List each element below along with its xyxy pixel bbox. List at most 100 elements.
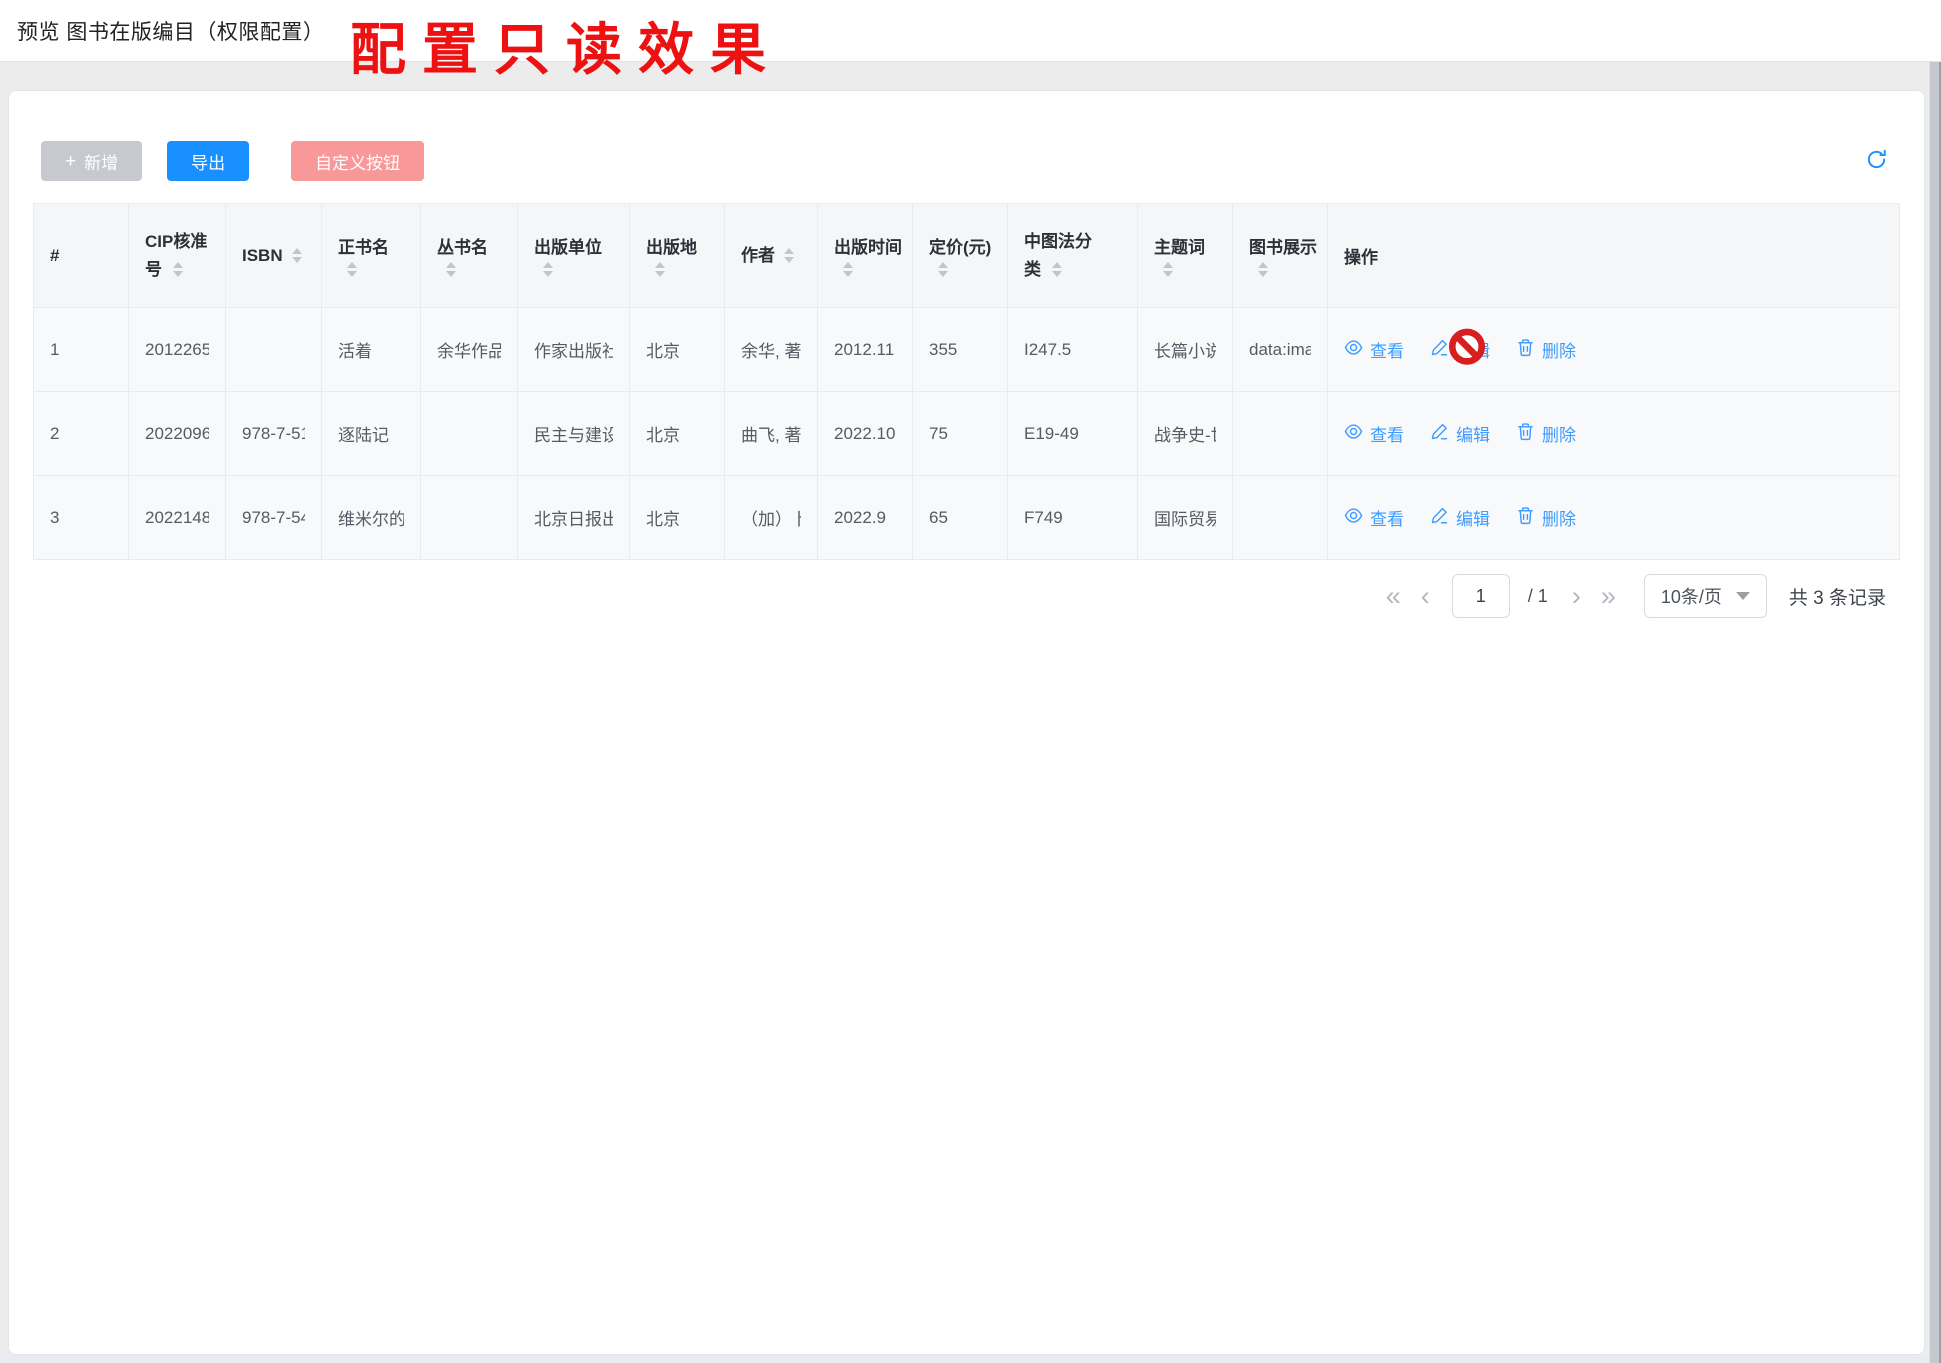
custom-button[interactable]: 自定义按钮 (291, 141, 424, 181)
column-header-clc[interactable]: 中图法分类 (1008, 204, 1138, 308)
sort-caret-icon (446, 262, 456, 277)
cell-clc: F749 (1008, 476, 1138, 560)
row-action-delete-button[interactable]: 删除 (1516, 505, 1576, 530)
row-action-delete-button[interactable]: 删除 (1516, 337, 1576, 362)
row-action-edit-button[interactable]: 编辑 (1430, 421, 1490, 446)
cell-price: 75 (913, 392, 1008, 476)
cell-actions: 查看 编辑 删除 (1328, 476, 1900, 560)
pagination-first-button[interactable]: « (1376, 583, 1411, 610)
sort-caret-icon (292, 248, 302, 263)
column-header-publisher[interactable]: 出版单位 (518, 204, 630, 308)
cell-publisher: 北京日报出版社 (518, 476, 630, 560)
cell-value-subject: 国际贸易-商业 (1154, 505, 1216, 530)
cell-value-publisher: 民主与建设出版社 (534, 421, 613, 446)
row-action-view-button[interactable]: 查看 (1344, 337, 1404, 362)
cell-value-clc: E19-49 (1024, 424, 1121, 444)
cell-value-author: 曲飞, 著 (741, 421, 801, 446)
cell-value-price: 75 (929, 424, 991, 444)
cell-value-isbn: 978-7-5139 (242, 424, 305, 444)
cell-subject: 长篇小说-中国 (1138, 308, 1233, 392)
cell-display (1233, 476, 1328, 560)
cell-num: 1 (34, 308, 129, 392)
cell-series: 余华作品 (421, 308, 518, 392)
cell-value-isbn: 978-7-5477 (242, 508, 305, 528)
cell-value-price: 65 (929, 508, 991, 528)
cell-isbn: 978-7-5477 (226, 476, 322, 560)
column-header-author[interactable]: 作者 (725, 204, 818, 308)
edit-icon (1430, 422, 1449, 446)
refresh-button[interactable] (1861, 144, 1892, 178)
page-number-input[interactable]: 1 (1452, 574, 1510, 618)
cell-value-clc: F749 (1024, 508, 1121, 528)
table-row: 3 202214898 978-7-5477 维米尔的帽子 北京日报出版社北京 （加）卜正… (34, 476, 1900, 560)
cell-place: 北京 (630, 476, 725, 560)
cell-value-book_title: 逐陆记 (338, 421, 404, 446)
row-action-edit-label: 编辑 (1456, 337, 1490, 362)
cell-pub_date: 2022.10 (818, 392, 913, 476)
cell-value-num: 3 (50, 508, 112, 528)
page-size-value: 10条/页 (1661, 583, 1722, 609)
cell-author: 余华, 著 (725, 308, 818, 392)
top-title-bar: 预览 图书在版编目（权限配置） 配置只读效果 (0, 0, 1941, 62)
cell-value-place: 北京 (646, 337, 708, 362)
column-header-series[interactable]: 丛书名 (421, 204, 518, 308)
pagination-last-button[interactable]: » (1591, 583, 1626, 610)
column-header-display[interactable]: 图书展示 (1233, 204, 1328, 308)
sort-caret-icon (347, 262, 357, 277)
cell-series (421, 476, 518, 560)
cell-clc: I247.5 (1008, 308, 1138, 392)
row-action-edit-button[interactable]: 编辑 (1430, 337, 1490, 362)
cell-value-cip: 202214898 (145, 508, 209, 528)
column-header-pub_date[interactable]: 出版时间 (818, 204, 913, 308)
row-action-delete-button[interactable]: 删除 (1516, 421, 1576, 446)
cell-book_title: 维米尔的帽子 (322, 476, 421, 560)
cell-cip: 202214898 (129, 476, 226, 560)
row-action-view-button[interactable]: 查看 (1344, 421, 1404, 446)
row-action-edit-button[interactable]: 编辑 (1430, 505, 1490, 530)
column-header-isbn[interactable]: ISBN (226, 204, 322, 308)
column-header-book_title[interactable]: 正书名 (322, 204, 421, 308)
delete-icon (1516, 506, 1535, 530)
view-icon (1344, 422, 1363, 446)
column-header-cip[interactable]: CIP核准号 (129, 204, 226, 308)
cell-publisher: 作家出版社 (518, 308, 630, 392)
cell-book_title: 活着 (322, 308, 421, 392)
table-head: #CIP核准号ISBN正书名丛书名出版单位出版地作者出版时间定价(元)中图法分类… (34, 204, 1900, 308)
cell-value-cip: 201226502 (145, 340, 209, 360)
page-size-select[interactable]: 10条/页 (1644, 574, 1767, 618)
header-row: #CIP核准号ISBN正书名丛书名出版单位出版地作者出版时间定价(元)中图法分类… (34, 204, 1900, 308)
cell-author: 曲飞, 著 (725, 392, 818, 476)
delete-icon (1516, 338, 1535, 362)
column-header-subject[interactable]: 主题词 (1138, 204, 1233, 308)
cell-cip: 202209623 (129, 392, 226, 476)
sort-caret-icon (173, 262, 183, 277)
cell-isbn: 978-7-5139 (226, 392, 322, 476)
scrollbar[interactable] (1929, 62, 1941, 1363)
edit-icon (1430, 338, 1449, 362)
cell-author: （加）卜正民 (725, 476, 818, 560)
cell-value-display: data:image/png;base64 (1249, 340, 1311, 360)
column-header-price[interactable]: 定价(元) (913, 204, 1008, 308)
row-action-delete-label: 删除 (1542, 505, 1576, 530)
add-button[interactable]: + 新增 (41, 141, 142, 181)
cell-value-pub_date: 2022.9 (834, 508, 896, 528)
pagination-next-button[interactable]: › (1562, 583, 1591, 610)
cell-display: data:image/png;base64 (1233, 308, 1328, 392)
page-title: 预览 图书在版编目（权限配置） (17, 16, 324, 46)
sort-caret-icon (1052, 262, 1062, 277)
cell-value-book_title: 维米尔的帽子 (338, 505, 404, 530)
cell-num: 2 (34, 392, 129, 476)
cell-place: 北京 (630, 392, 725, 476)
cell-place: 北京 (630, 308, 725, 392)
column-header-place[interactable]: 出版地 (630, 204, 725, 308)
cell-actions: 查看 编辑 删除 (1328, 308, 1900, 392)
export-button[interactable]: 导出 (167, 141, 249, 181)
table-body: 1201226502活着余华作品作家出版社北京余华, 著2012.11355I2… (34, 308, 1900, 560)
books-table: #CIP核准号ISBN正书名丛书名出版单位出版地作者出版时间定价(元)中图法分类… (33, 203, 1900, 560)
row-action-view-button[interactable]: 查看 (1344, 505, 1404, 530)
delete-icon (1516, 422, 1535, 446)
pagination-prev-button[interactable]: ‹ (1411, 583, 1440, 610)
row-action-edit-label: 编辑 (1456, 505, 1490, 530)
cell-value-place: 北京 (646, 505, 708, 530)
cell-series (421, 392, 518, 476)
